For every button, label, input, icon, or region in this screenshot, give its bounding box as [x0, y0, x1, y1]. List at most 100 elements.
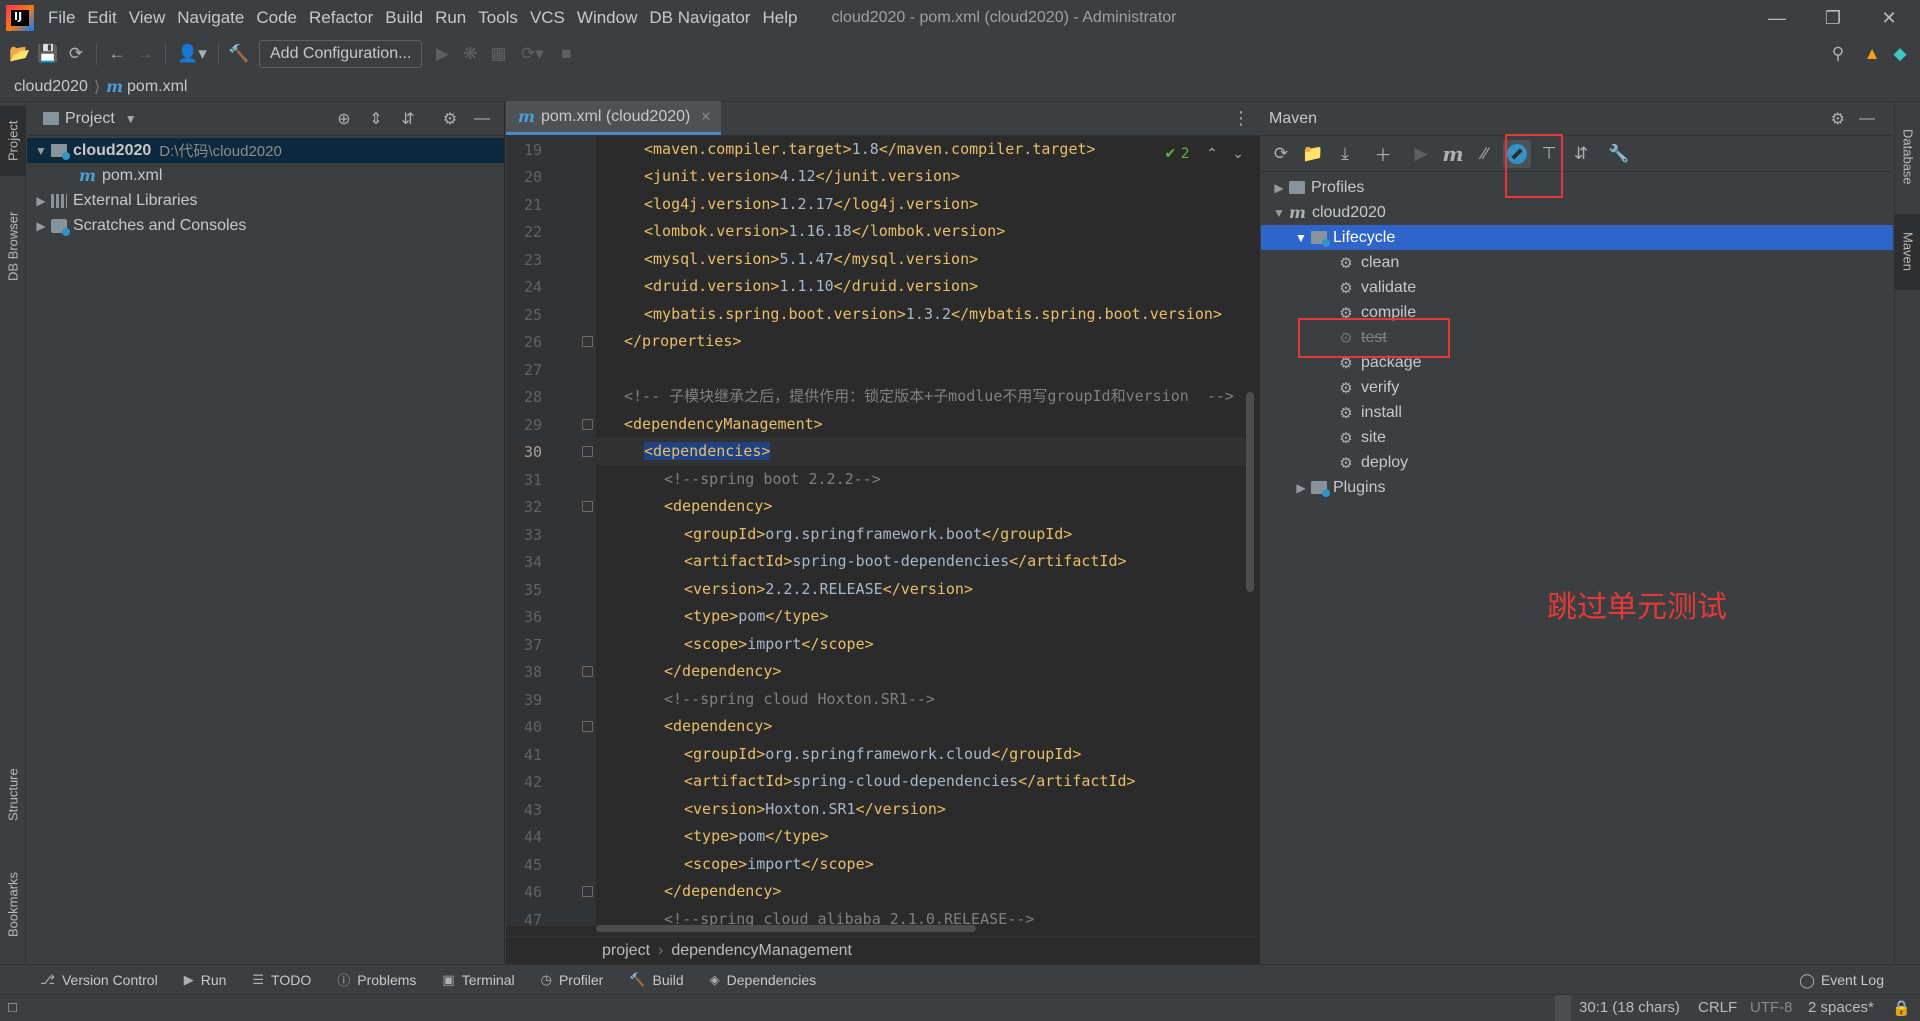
more-options-icon[interactable]: ⋮: [1232, 108, 1250, 129]
menu-build[interactable]: Build: [379, 0, 429, 36]
line-separator[interactable]: CRLF: [1698, 999, 1737, 1016]
lifecycle-phase-install[interactable]: ⚙ install: [1261, 400, 1893, 425]
chevron-down-icon[interactable]: ▼: [1291, 231, 1311, 245]
project-view-selector[interactable]: Project: [65, 110, 115, 128]
lock-icon[interactable]: 🔒: [1892, 999, 1911, 1017]
restore-button[interactable]: ❐: [1806, 0, 1860, 36]
caret-position[interactable]: 30:1 (18 chars): [1579, 999, 1680, 1016]
add-configuration-button[interactable]: Add Configuration...: [259, 40, 423, 68]
tree-item-cloud2020[interactable]: ▼ cloud2020 D:\代码\cloud2020: [27, 138, 504, 163]
menu-file[interactable]: File: [42, 0, 81, 36]
close-window-button[interactable]: ✕: [1862, 0, 1916, 36]
inspection-widget[interactable]: ✔ 2 ⌃ ⌄: [1165, 146, 1244, 162]
build-hammer-icon[interactable]: 🔨: [225, 40, 253, 68]
save-all-icon[interactable]: 💾: [34, 40, 62, 68]
add-icon[interactable]: ＋: [1369, 140, 1397, 168]
chevron-right-icon[interactable]: ▶: [31, 194, 51, 208]
fold-marker-icon[interactable]: [582, 446, 593, 457]
lifecycle-phase-verify[interactable]: ⚙ verify: [1261, 375, 1893, 400]
menu-view[interactable]: View: [123, 0, 172, 36]
reload-icon[interactable]: ⟳: [1267, 140, 1295, 168]
debug-icon[interactable]: ❋: [456, 40, 484, 68]
editor-tab-pom[interactable]: m pom.xml (cloud2020) ✕: [506, 101, 722, 135]
profile-dropdown-icon[interactable]: ⟳▾: [512, 40, 552, 68]
menu-window[interactable]: Window: [571, 0, 643, 36]
fold-marker-icon[interactable]: [582, 501, 593, 512]
indent-setting[interactable]: 2 spaces*: [1808, 999, 1874, 1016]
chevron-right-icon[interactable]: ▶: [31, 219, 51, 233]
tool-todo[interactable]: ☰ TODO: [252, 972, 311, 988]
forward-arrow-icon[interactable]: →: [131, 40, 159, 68]
menu-edit[interactable]: Edit: [81, 0, 122, 36]
chevron-right-icon[interactable]: ▶: [1291, 481, 1311, 495]
fold-marker-icon[interactable]: [582, 721, 593, 732]
tool-dependencies[interactable]: ◈ Dependencies: [710, 972, 817, 988]
locate-file-icon[interactable]: ⊕: [332, 109, 356, 129]
chevron-down-icon[interactable]: ▼: [31, 144, 51, 158]
bookmarks-tool-tab[interactable]: Bookmarks: [0, 858, 26, 950]
download-icon[interactable]: ⤓: [1331, 140, 1359, 168]
settings-gear-icon[interactable]: ⚙: [1831, 109, 1845, 129]
wrench-icon[interactable]: 🔧: [1605, 140, 1633, 168]
menu-refactor[interactable]: Refactor: [303, 0, 379, 36]
menu-db-navigator[interactable]: DB Navigator: [643, 0, 756, 36]
chevron-down-icon[interactable]: ▼: [125, 112, 137, 126]
settings-gear-icon[interactable]: ⚙: [438, 109, 462, 129]
maven-tree-project[interactable]: ▼ m cloud2020: [1261, 200, 1893, 225]
lifecycle-phase-deploy[interactable]: ⚙ deploy: [1261, 450, 1893, 475]
hide-panel-icon[interactable]: —: [1859, 110, 1875, 128]
horizontal-scrollbar[interactable]: [596, 925, 976, 932]
hide-panel-icon[interactable]: —: [470, 110, 494, 128]
fold-marker-icon[interactable]: [582, 336, 593, 347]
lifecycle-phase-clean[interactable]: ⚙ clean: [1261, 250, 1893, 275]
fold-marker-icon[interactable]: [582, 419, 593, 430]
lifecycle-phase-site[interactable]: ⚙ site: [1261, 425, 1893, 450]
run-icon[interactable]: ▶: [1407, 140, 1435, 168]
tree-item-pom[interactable]: m pom.xml: [27, 163, 504, 188]
tree-item-scratches[interactable]: ▶ Scratches and Consoles: [27, 213, 504, 238]
lifecycle-phase-validate[interactable]: ⚙ validate: [1261, 275, 1893, 300]
collapse-all-icon[interactable]: ⇵: [1567, 140, 1595, 168]
menu-code[interactable]: Code: [250, 0, 303, 36]
tree-item-external-libraries[interactable]: ▶ External Libraries: [27, 188, 504, 213]
breadcrumb-project[interactable]: cloud2020: [14, 78, 88, 96]
menu-vcs[interactable]: VCS: [524, 0, 571, 36]
breadcrumb-file[interactable]: pom.xml: [127, 78, 187, 96]
fold-marker-icon[interactable]: [582, 666, 593, 677]
tool-build[interactable]: 🔨 Build: [629, 972, 683, 988]
sync-icon[interactable]: ⟳: [62, 40, 90, 68]
structure-tool-tab[interactable]: Structure: [0, 754, 26, 836]
execute-goal-icon[interactable]: m: [1439, 140, 1467, 168]
chevron-down-icon[interactable]: ⌄: [1232, 146, 1244, 162]
menu-help[interactable]: Help: [756, 0, 803, 36]
run-icon[interactable]: ▶: [428, 40, 456, 68]
tool-terminal[interactable]: ▣ Terminal: [442, 972, 514, 988]
back-arrow-icon[interactable]: ←: [103, 40, 131, 68]
stop-icon[interactable]: ■: [552, 40, 580, 68]
close-icon[interactable]: ✕: [700, 109, 711, 125]
project-tool-tab[interactable]: Project: [0, 106, 26, 176]
menu-run[interactable]: Run: [429, 0, 472, 36]
chevron-down-icon[interactable]: ▼: [1269, 206, 1289, 220]
chevron-up-icon[interactable]: ⌃: [1206, 146, 1218, 162]
jetbrains-toolbox-icon[interactable]: ◆: [1886, 40, 1914, 68]
tool-problems[interactable]: ⓘ Problems: [337, 970, 416, 989]
collapse-all-icon[interactable]: ⇵: [396, 109, 420, 129]
chevron-right-icon[interactable]: ▶: [1269, 181, 1289, 195]
layout-icon[interactable]: □: [8, 999, 17, 1016]
offline-mode-icon[interactable]: ⁄⁄: [1471, 140, 1499, 168]
tool-profiler[interactable]: ◷ Profiler: [541, 972, 604, 988]
tool-version-control[interactable]: ⎇ Version Control: [40, 972, 158, 988]
coverage-icon[interactable]: ▦: [484, 40, 512, 68]
update-icon[interactable]: ▲: [1858, 40, 1886, 68]
open-folder-icon[interactable]: 📂: [6, 40, 34, 68]
maven-tree-plugins[interactable]: ▶ Plugins: [1261, 475, 1893, 500]
breadcrumb-item[interactable]: project: [602, 942, 650, 960]
maven-tree-profiles[interactable]: ▶ Profiles: [1261, 175, 1893, 200]
memory-indicator[interactable]: [1555, 995, 1571, 1021]
event-log-button[interactable]: ◯ Event Log: [1799, 965, 1884, 995]
search-icon[interactable]: ⚲: [1824, 40, 1852, 68]
generate-sources-icon[interactable]: 📁: [1299, 140, 1327, 168]
db-browser-tool-tab[interactable]: DB Browser: [0, 194, 26, 298]
code-area[interactable]: <maven.compiler.target>1.8</maven.compil…: [596, 136, 1246, 926]
